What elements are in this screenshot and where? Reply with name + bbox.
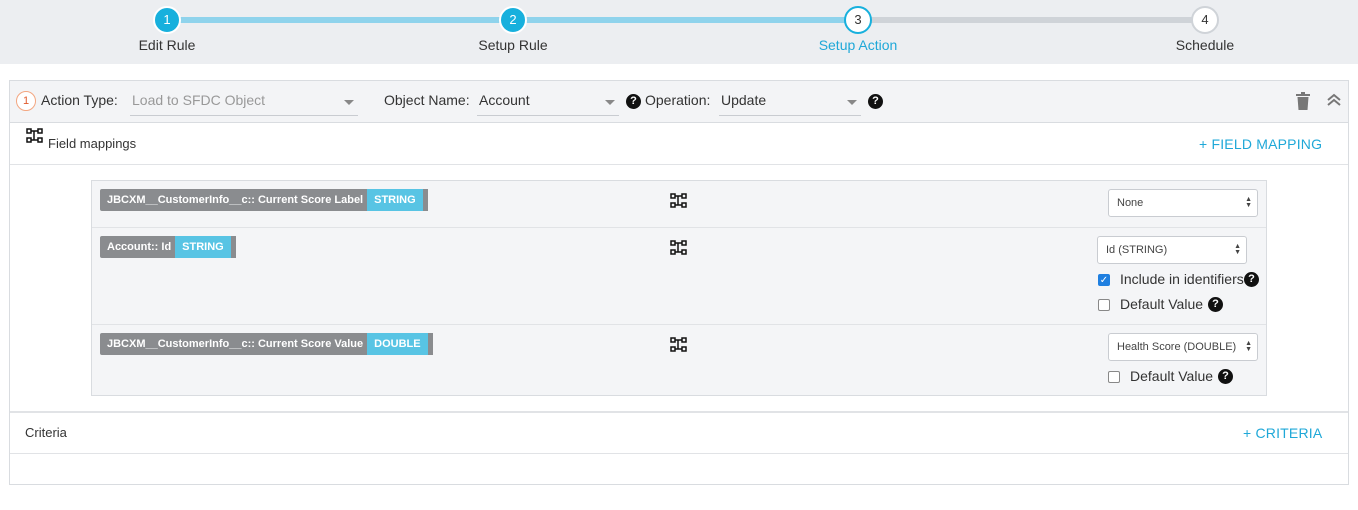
- step-label: Setup Rule: [478, 37, 548, 53]
- operation-label: Operation:: [645, 92, 711, 108]
- include-identifiers-checkbox[interactable]: ✓ Include in identifiers ?: [1098, 271, 1259, 289]
- action-config-row: 1 Action Type: Load to SFDC Object Objec…: [10, 81, 1348, 123]
- criteria-title: Criteria: [25, 425, 67, 440]
- chevron-down-icon: [847, 100, 857, 105]
- source-field-type: STRING: [367, 189, 423, 211]
- source-field-name: JBCXM__CustomerInfo__c:: Current Score L…: [107, 194, 364, 206]
- collapse-icon[interactable]: [1326, 92, 1342, 108]
- add-criteria-button[interactable]: + CRITERIA: [1243, 425, 1322, 441]
- field-mapping-icon: [670, 240, 687, 255]
- checkbox-checked-icon[interactable]: ✓: [1098, 274, 1110, 286]
- help-icon[interactable]: ?: [1208, 297, 1223, 312]
- source-field-chip: JBCXM__CustomerInfo__c:: Current Score V…: [100, 333, 433, 355]
- trash-icon[interactable]: [1296, 92, 1310, 110]
- operation-select[interactable]: Update: [719, 88, 861, 116]
- step-number: 1: [153, 6, 181, 34]
- mapping-row: JBCXM__CustomerInfo__c:: Current Score L…: [92, 181, 1266, 228]
- step-setup-action[interactable]: 3 Setup Action: [778, 6, 938, 53]
- default-value-label: Default Value: [1120, 296, 1204, 312]
- step-schedule[interactable]: 4 Schedule: [1125, 6, 1285, 53]
- checkbox-unchecked-icon[interactable]: [1098, 299, 1110, 311]
- object-name-select[interactable]: Account: [477, 88, 619, 116]
- default-value-checkbox[interactable]: Default Value ?: [1098, 296, 1228, 314]
- step-number: 3: [844, 6, 872, 34]
- step-number: 2: [499, 6, 527, 34]
- step-number: 4: [1191, 6, 1219, 34]
- add-field-mapping-button[interactable]: + FIELD MAPPING: [1199, 136, 1322, 152]
- step-setup-rule[interactable]: 2 Setup Rule: [433, 6, 593, 53]
- mapping-row: Account:: Id STRING Id (STRING) ▲ ▼ ✓ Inc…: [92, 228, 1266, 325]
- step-edit-rule[interactable]: 1 Edit Rule: [87, 6, 247, 53]
- source-field-name: Account:: Id: [107, 241, 172, 253]
- select-arrows-icon: ▲ ▼: [1245, 340, 1252, 353]
- step-label: Edit Rule: [138, 37, 196, 53]
- object-name-label: Object Name:: [384, 92, 470, 108]
- field-mapping-list: JBCXM__CustomerInfo__c:: Current Score L…: [91, 180, 1267, 396]
- chevron-down-icon: [605, 100, 615, 105]
- object-name-value: Account: [479, 92, 530, 108]
- source-field-type: DOUBLE: [367, 333, 428, 355]
- target-field-value: None: [1117, 197, 1144, 209]
- target-field-select[interactable]: None ▲ ▼: [1108, 189, 1258, 217]
- target-field-select[interactable]: Health Score (DOUBLE) ▲ ▼: [1108, 333, 1258, 361]
- help-icon[interactable]: ?: [626, 94, 641, 109]
- action-panel: 1 Action Type: Load to SFDC Object Objec…: [9, 80, 1349, 485]
- step-label: Schedule: [1175, 37, 1235, 53]
- mapping-row: JBCXM__CustomerInfo__c:: Current Score V…: [92, 325, 1266, 395]
- action-type-select[interactable]: Load to SFDC Object: [130, 88, 358, 116]
- step-label: Setup Action: [818, 37, 898, 53]
- operation-value: Update: [721, 92, 767, 108]
- help-icon[interactable]: ?: [1218, 369, 1233, 384]
- criteria-header: Criteria + CRITERIA: [10, 411, 1348, 454]
- field-mapping-icon: [26, 128, 43, 143]
- checkbox-unchecked-icon[interactable]: [1108, 371, 1120, 383]
- field-mapping-icon: [670, 193, 687, 208]
- target-field-value: Health Score (DOUBLE): [1117, 341, 1237, 353]
- field-mappings-header: Field mappings + FIELD MAPPING: [10, 123, 1348, 165]
- progress-stepper: 1 Edit Rule 2 Setup Rule 3 Setup Action …: [0, 0, 1358, 64]
- source-field-name: JBCXM__CustomerInfo__c:: Current Score V…: [107, 338, 364, 350]
- target-field-value: Id (STRING): [1106, 244, 1168, 256]
- default-value-label: Default Value: [1130, 368, 1214, 384]
- help-icon[interactable]: ?: [868, 94, 883, 109]
- select-arrows-icon: ▲ ▼: [1245, 196, 1252, 209]
- help-icon[interactable]: ?: [1244, 272, 1259, 287]
- action-type-label: Action Type:: [41, 92, 118, 108]
- chevron-down-icon: [344, 100, 354, 105]
- source-field-type: STRING: [175, 236, 231, 258]
- source-field-chip: JBCXM__CustomerInfo__c:: Current Score L…: [100, 189, 428, 211]
- field-mappings-title: Field mappings: [48, 136, 137, 151]
- source-field-chip: Account:: Id STRING: [100, 236, 236, 258]
- field-mapping-icon: [670, 337, 687, 352]
- select-arrows-icon: ▲ ▼: [1234, 243, 1241, 256]
- target-field-select[interactable]: Id (STRING) ▲ ▼: [1097, 236, 1247, 264]
- action-index-badge: 1: [16, 91, 36, 111]
- default-value-checkbox[interactable]: Default Value ?: [1108, 368, 1238, 386]
- action-type-value: Load to SFDC Object: [132, 92, 266, 108]
- include-identifiers-label: Include in identifiers: [1120, 271, 1244, 287]
